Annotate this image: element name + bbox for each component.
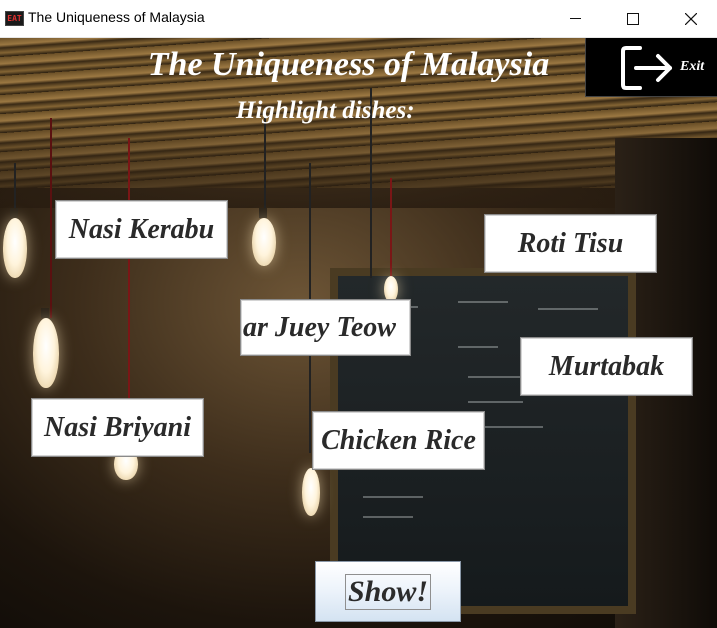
minimize-button[interactable] (546, 0, 604, 37)
dish-button-murtabak[interactable]: Murtabak (520, 337, 693, 396)
minimize-icon (569, 18, 581, 19)
exit-door-arrow-icon (621, 46, 672, 90)
maximize-icon (627, 12, 639, 25)
dish-label: Nasi Kerabu (68, 213, 215, 245)
dish-label: ar Juey Teow (243, 311, 396, 343)
light-bulb (33, 318, 59, 388)
show-button-label: Show! (344, 573, 432, 610)
light-bulb (3, 218, 27, 278)
dish-button-char-kuey-teow[interactable]: ar Juey Teow (240, 299, 411, 356)
light-bulb (252, 218, 276, 266)
highlight-subtitle: Highlight dishes: (236, 97, 415, 124)
dish-button-nasi-kerabu[interactable]: Nasi Kerabu (55, 200, 228, 259)
maximize-button[interactable] (604, 0, 662, 37)
page-title-text: The Uniqueness of Malaysia (147, 46, 550, 83)
close-icon (685, 12, 697, 25)
light-bulb (302, 468, 320, 516)
dish-label: Chicken Rice (321, 424, 476, 456)
dish-button-roti-tisu[interactable]: Roti Tisu (484, 214, 657, 273)
close-button[interactable] (662, 0, 717, 37)
exit-button[interactable]: Exit (585, 38, 717, 97)
dish-label: Roti Tisu (517, 227, 624, 259)
dish-button-nasi-briyani[interactable]: Nasi Briyani (31, 398, 204, 457)
dish-button-chicken-rice[interactable]: Chicken Rice (312, 411, 485, 470)
window-title: The Uniqueness of Malaysia (28, 9, 205, 25)
show-button[interactable]: Show! (315, 561, 461, 622)
dish-label: Nasi Briyani (43, 411, 192, 443)
window-titlebar: The Uniqueness of Malaysia (0, 0, 717, 38)
dish-label: Murtabak (548, 350, 665, 382)
app-logo-icon (5, 11, 24, 26)
exit-label: Exit (680, 59, 705, 74)
